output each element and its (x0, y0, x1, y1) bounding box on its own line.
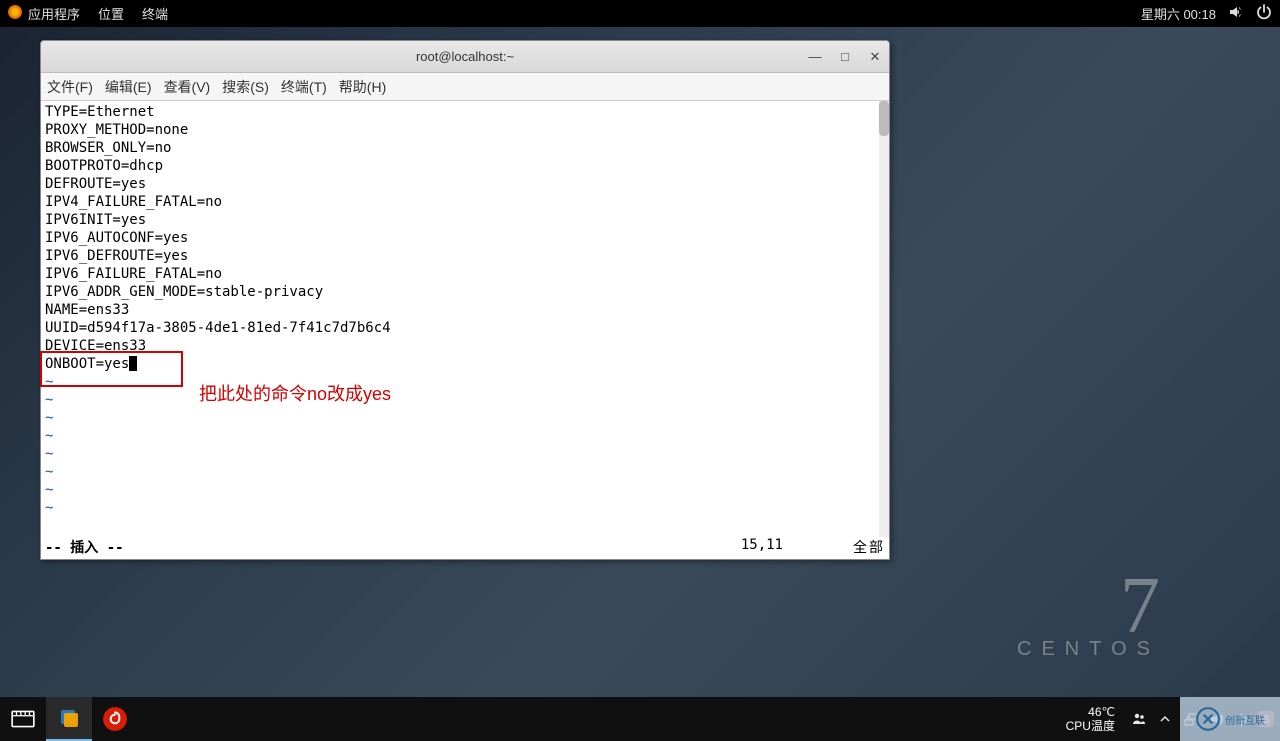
config-line: IPV4_FAILURE_FATAL=no (45, 193, 885, 211)
vim-tilde: ~ (45, 481, 885, 499)
menu-view[interactable]: 查看(V) (164, 77, 211, 97)
activities-icon[interactable]: 应用程序 (8, 4, 80, 23)
menu-terminal[interactable]: 终端(T) (281, 77, 327, 97)
tray-chevron-up-icon[interactable] (1157, 711, 1173, 727)
cpu-temp-widget[interactable]: 46℃ CPU温度 (1066, 705, 1115, 733)
window-title: root@localhost:~ (416, 49, 514, 64)
terminal-menubar: 文件(F) 编辑(E) 查看(V) 搜索(S) 终端(T) 帮助(H) (41, 73, 889, 101)
menu-search[interactable]: 搜索(S) (222, 77, 269, 97)
config-line: NAME=ens33 (45, 301, 885, 319)
config-line: IPV6INIT=yes (45, 211, 885, 229)
config-line: BOOTPROTO=dhcp (45, 157, 885, 175)
config-line: BROWSER_ONLY=no (45, 139, 885, 157)
vim-tilde: ~ (45, 391, 885, 409)
menu-help[interactable]: 帮助(H) (339, 77, 386, 97)
vim-tilde: ~ (45, 463, 885, 481)
volume-icon[interactable] (1228, 4, 1244, 23)
windows-taskbar: 46℃ CPU温度 中 S 创新互联 (0, 697, 1280, 741)
terminal-menu[interactable]: 终端 (142, 4, 168, 23)
vim-tilde: ~ (45, 373, 885, 391)
config-line: DEVICE=ens33 (45, 337, 885, 355)
config-line: TYPE=Ethernet (45, 103, 885, 121)
desktop-brand: 7 CENTOS (1017, 574, 1160, 661)
menu-edit[interactable]: 编辑(E) (105, 77, 152, 97)
vim-tilde: ~ (45, 427, 885, 445)
config-line: IPV6_ADDR_GEN_MODE=stable-privacy (45, 283, 885, 301)
text-cursor (129, 356, 137, 371)
vim-tilde: ~ (45, 409, 885, 427)
config-line: IPV6_FAILURE_FATAL=no (45, 265, 885, 283)
maximize-button[interactable]: □ (837, 49, 853, 64)
minimize-button[interactable]: — (807, 49, 823, 64)
window-titlebar[interactable]: root@localhost:~ — □ ✕ (41, 41, 889, 73)
places-menu[interactable]: 位置 (98, 4, 124, 23)
people-icon[interactable] (1131, 711, 1147, 727)
watermark-logo: 创新互联 (1180, 697, 1280, 741)
config-line: IPV6_DEFROUTE=yes (45, 247, 885, 265)
onboot-line: ONBOOT=yes (45, 355, 885, 373)
taskbar-app-netease[interactable] (92, 697, 138, 741)
terminal-scrollbar[interactable] (879, 101, 889, 537)
taskbar-app-vmware[interactable] (46, 697, 92, 741)
vim-tilde: ~ (45, 445, 885, 463)
terminal-content[interactable]: TYPE=EthernetPROXY_METHOD=noneBROWSER_ON… (41, 101, 889, 537)
close-button[interactable]: ✕ (867, 49, 883, 65)
system-tray: 46℃ CPU温度 中 S 创新互联 (1066, 705, 1280, 733)
menu-file[interactable]: 文件(F) (47, 77, 93, 97)
config-line: DEFROUTE=yes (45, 175, 885, 193)
vim-tilde: ~ (45, 499, 885, 517)
power-icon[interactable] (1256, 4, 1272, 23)
gnome-top-bar: 应用程序 位置 终端 星期六 00:18 (0, 0, 1280, 27)
clock[interactable]: 星期六 00:18 (1141, 4, 1216, 23)
config-line: IPV6_AUTOCONF=yes (45, 229, 885, 247)
config-line: UUID=d594f17a-3805-4de1-81ed-7f41c7d7b6c… (45, 319, 885, 337)
terminal-window: root@localhost:~ — □ ✕ 文件(F) 编辑(E) 查看(V)… (40, 40, 890, 560)
taskbar-app-video[interactable] (0, 697, 46, 741)
config-line: PROXY_METHOD=none (45, 121, 885, 139)
